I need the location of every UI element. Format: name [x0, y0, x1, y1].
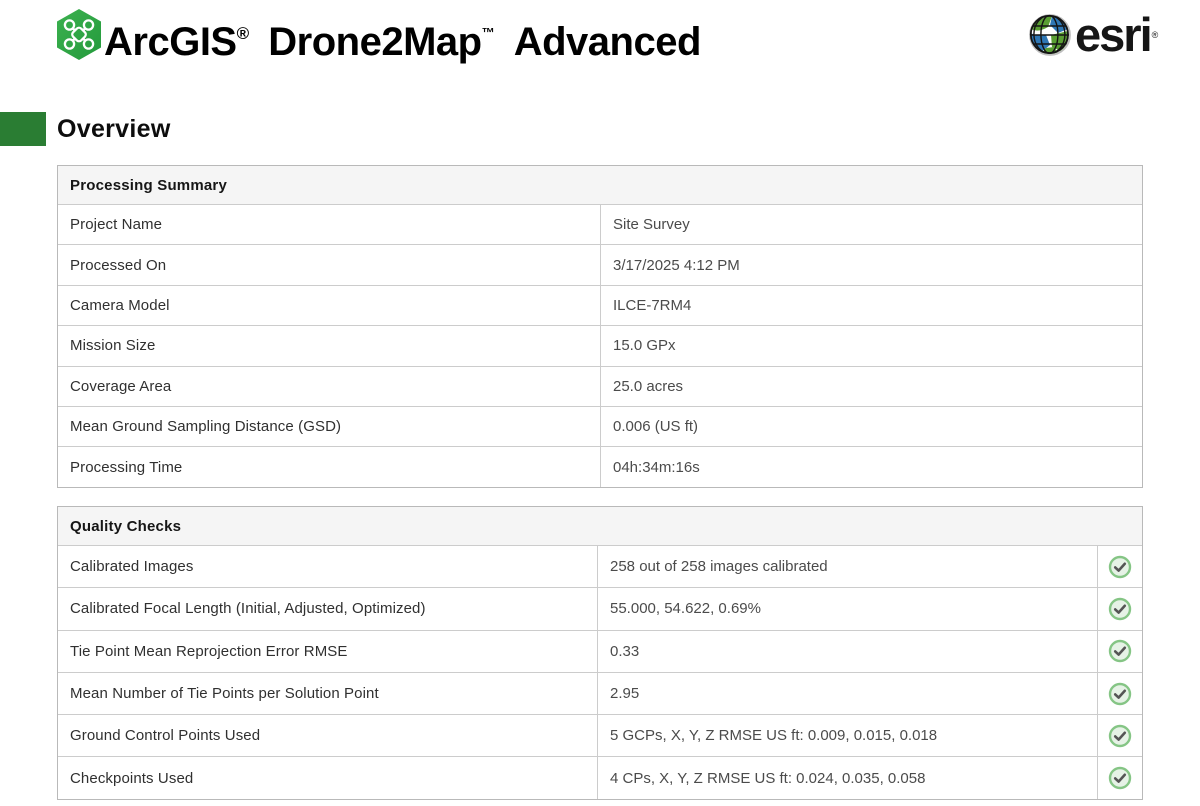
table-row: Mean Number of Tie Points per Solution P…	[58, 672, 1142, 714]
table-row: Mean Ground Sampling Distance (GSD) 0.00…	[58, 406, 1142, 446]
row-label: Coverage Area	[58, 367, 601, 406]
table-row: Calibrated Images 258 out of 258 images …	[58, 545, 1142, 587]
table-row: Coverage Area 25.0 acres	[58, 366, 1142, 406]
table-row: Camera Model ILCE-7RM4	[58, 285, 1142, 325]
esri-logo-text: esri	[1075, 14, 1151, 56]
row-label: Calibrated Focal Length (Initial, Adjust…	[58, 588, 598, 629]
pass-check-icon	[1108, 766, 1132, 790]
row-status-cell	[1098, 631, 1142, 672]
row-label: Checkpoints Used	[58, 757, 598, 798]
row-value: Site Survey	[601, 205, 1142, 244]
pass-check-icon	[1108, 724, 1132, 748]
processing-summary-table: Processing Summary Project Name Site Sur…	[57, 165, 1143, 488]
trademark-mark: ™	[482, 25, 495, 40]
row-value: 5 GCPs, X, Y, Z RMSE US ft: 0.009, 0.015…	[598, 715, 1098, 756]
table-row: Mission Size 15.0 GPx	[58, 325, 1142, 365]
row-status-cell	[1098, 546, 1142, 587]
section-title-overview: Overview	[57, 112, 171, 146]
title-edition: Advanced	[514, 20, 701, 64]
table-row: Tie Point Mean Reprojection Error RMSE 0…	[58, 630, 1142, 672]
row-value: 25.0 acres	[601, 367, 1142, 406]
quality-checks-header: Quality Checks	[58, 507, 1142, 545]
section-accent-bar	[0, 112, 46, 146]
row-value: 3/17/2025 4:12 PM	[601, 245, 1142, 284]
row-status-cell	[1098, 588, 1142, 629]
pass-check-icon	[1108, 682, 1132, 706]
report-header: ArcGIS® Drone2Map™ Advanced	[0, 0, 1200, 80]
row-label: Ground Control Points Used	[58, 715, 598, 756]
row-label: Mission Size	[58, 326, 601, 365]
row-value: 15.0 GPx	[601, 326, 1142, 365]
row-status-cell	[1098, 757, 1142, 798]
row-value: 0.006 (US ft)	[601, 407, 1142, 446]
row-status-cell	[1098, 715, 1142, 756]
drone2map-app-icon	[55, 8, 103, 61]
row-value: 04h:34m:16s	[601, 447, 1142, 486]
esri-logo: esri ®	[1028, 12, 1158, 58]
row-value: 258 out of 258 images calibrated	[598, 546, 1098, 587]
processing-summary-header: Processing Summary	[58, 166, 1142, 204]
table-row: Processed On 3/17/2025 4:12 PM	[58, 244, 1142, 284]
row-label: Processed On	[58, 245, 601, 284]
table-row: Project Name Site Survey	[58, 204, 1142, 244]
row-status-cell	[1098, 673, 1142, 714]
table-row: Ground Control Points Used 5 GCPs, X, Y,…	[58, 714, 1142, 756]
row-label: Processing Time	[58, 447, 601, 486]
row-value: 0.33	[598, 631, 1098, 672]
table-row: Calibrated Focal Length (Initial, Adjust…	[58, 587, 1142, 629]
esri-registered-mark: ®	[1152, 30, 1159, 40]
row-label: Mean Ground Sampling Distance (GSD)	[58, 407, 601, 446]
pass-check-icon	[1108, 597, 1132, 621]
pass-check-icon	[1108, 555, 1132, 579]
pass-check-icon	[1108, 639, 1132, 663]
registered-mark: ®	[237, 24, 249, 43]
esri-globe-icon	[1028, 13, 1072, 57]
title-product-name: Drone2Map	[268, 20, 481, 64]
row-value: ILCE-7RM4	[601, 286, 1142, 325]
row-label: Camera Model	[58, 286, 601, 325]
row-value: 2.95	[598, 673, 1098, 714]
row-value: 55.000, 54.622, 0.69%	[598, 588, 1098, 629]
row-label: Mean Number of Tie Points per Solution P…	[58, 673, 598, 714]
row-label: Tie Point Mean Reprojection Error RMSE	[58, 631, 598, 672]
row-value: 4 CPs, X, Y, Z RMSE US ft: 0.024, 0.035,…	[598, 757, 1098, 798]
page-title: ArcGIS® Drone2Map™ Advanced	[104, 6, 701, 60]
table-row: Checkpoints Used 4 CPs, X, Y, Z RMSE US …	[58, 756, 1142, 798]
row-label: Project Name	[58, 205, 601, 244]
row-label: Calibrated Images	[58, 546, 598, 587]
title-app-name: ArcGIS	[104, 20, 237, 64]
quality-checks-table: Quality Checks Calibrated Images 258 out…	[57, 506, 1143, 800]
table-row: Processing Time 04h:34m:16s	[58, 446, 1142, 486]
